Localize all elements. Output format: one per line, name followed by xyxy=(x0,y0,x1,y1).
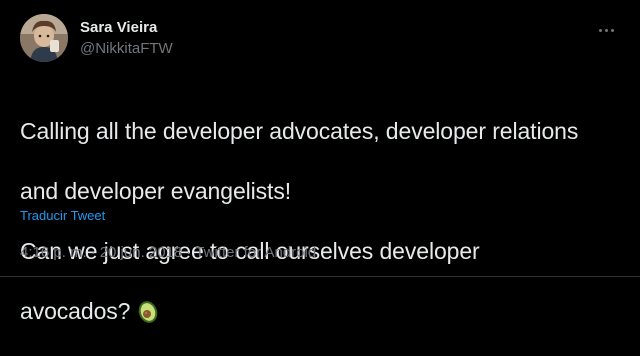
meta-separator: · xyxy=(90,244,96,261)
author-names: Sara Vieira @NikkitaFTW xyxy=(80,19,173,59)
tweet-line: Calling all the developer advocates, dev… xyxy=(20,118,579,144)
more-dots-icon-3 xyxy=(610,28,614,32)
more-options-button[interactable] xyxy=(592,20,620,40)
more-dots-icon-2 xyxy=(604,28,608,32)
tweet-line-last: avocados? xyxy=(20,296,625,326)
tweet-header: Sara Vieira @NikkitaFTW xyxy=(20,14,620,66)
tweet-source[interactable]: Twitter for Android xyxy=(195,244,316,261)
tweet-line: and developer evangelists! xyxy=(20,178,292,204)
more-dots-icon xyxy=(598,28,602,32)
user-handle[interactable]: @NikkitaFTW xyxy=(80,39,173,59)
translate-tweet-link[interactable]: Traducir Tweet xyxy=(20,208,105,223)
avatar[interactable] xyxy=(20,14,68,62)
display-name[interactable]: Sara Vieira xyxy=(80,19,173,37)
tweet-body: Calling all the developer advocates, dev… xyxy=(20,86,625,356)
avocado-emoji-icon xyxy=(136,298,160,324)
tweet-line-text: avocados? xyxy=(20,298,131,324)
tweet-meta: 4:16 p. m. · 20 jun. 2018 · Twitter for Andr… xyxy=(20,243,316,263)
tweet-time[interactable]: 4:16 p. m. xyxy=(20,244,87,261)
tweet-date[interactable]: 20 jun. 2018 xyxy=(100,244,183,261)
tweet-card: Sara Vieira @NikkitaFTW Calling all the … xyxy=(0,0,640,324)
meta-separator: · xyxy=(186,244,192,261)
